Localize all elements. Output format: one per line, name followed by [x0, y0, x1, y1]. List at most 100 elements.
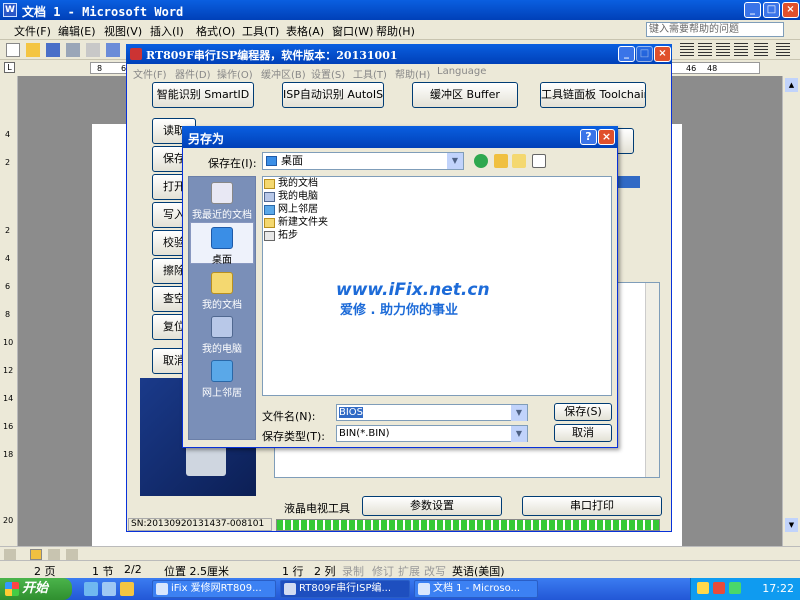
scroll-down-icon[interactable]: ▼ — [785, 518, 798, 532]
isp-menu-tools[interactable]: 工具(T) — [353, 66, 387, 81]
buffer-button[interactable]: 缓冲区 Buffer — [412, 82, 518, 108]
quicklaunch-media-icon[interactable] — [120, 582, 134, 596]
dialog-title-bar: 另存为 ? × — [182, 126, 618, 148]
menu-format[interactable]: 格式(O) — [196, 23, 235, 39]
place-recent[interactable]: 我最近的文档 — [190, 182, 254, 221]
menu-insert[interactable]: 插入(I) — [150, 23, 184, 39]
menu-window[interactable]: 窗口(W) — [332, 23, 373, 39]
filename-input[interactable]: BIOS ▼ — [336, 404, 528, 421]
start-label: 开始 — [22, 581, 49, 596]
place-my-computer[interactable]: 我的电脑 — [190, 316, 254, 355]
my-documents-icon — [211, 272, 233, 294]
menu-view[interactable]: 视图(V) — [104, 23, 142, 39]
status-rec[interactable]: 录制 — [342, 563, 364, 579]
tab-selector-icon[interactable]: L — [4, 62, 15, 73]
save-in-combo[interactable]: 桌面 ▼ — [262, 152, 464, 170]
line-spacing-icon[interactable] — [754, 43, 768, 57]
numbering-icon[interactable] — [776, 43, 790, 57]
justify-icon[interactable] — [734, 43, 748, 57]
tray-icon[interactable] — [697, 582, 709, 594]
isp-app-icon[interactable] — [130, 48, 142, 60]
align-right-icon[interactable] — [716, 43, 730, 57]
permission-icon[interactable] — [66, 43, 80, 57]
align-left-icon[interactable] — [680, 43, 694, 57]
file-item[interactable]: 网上邻居 — [264, 204, 318, 216]
taskbar-item[interactable]: 文档 1 - Microso... — [414, 580, 538, 598]
help-icon[interactable]: ? — [580, 129, 597, 145]
print-icon[interactable] — [86, 43, 100, 57]
place-network[interactable]: 网上邻居 — [190, 360, 254, 399]
taskbar-item[interactable]: RT809F串行ISP编... — [280, 580, 410, 598]
start-button[interactable]: 开始 — [0, 578, 72, 600]
menu-help[interactable]: 帮助(H) — [376, 23, 415, 39]
dialog-title: 另存为 — [188, 132, 225, 146]
chevron-down-icon[interactable]: ▼ — [511, 405, 527, 421]
dialog-cancel-button[interactable]: 取消 — [554, 424, 612, 442]
scroll-up-icon[interactable]: ▲ — [785, 78, 798, 92]
isp-menu-buffer[interactable]: 缓冲区(B) — [261, 66, 306, 81]
status-ext[interactable]: 扩展 — [398, 563, 420, 579]
menu-tools[interactable]: 工具(T) — [242, 23, 279, 39]
dialog-close-icon[interactable]: × — [598, 129, 615, 145]
menu-table[interactable]: 表格(A) — [286, 23, 324, 39]
up-folder-icon[interactable] — [494, 154, 508, 168]
isp-close-icon[interactable]: × — [654, 46, 671, 62]
file-item[interactable]: 我的电脑 — [264, 191, 318, 203]
help-search-input[interactable]: 键入需要帮助的问题 — [646, 22, 784, 37]
file-item-label: 我的电脑 — [278, 191, 318, 202]
clock[interactable]: 17:22 — [762, 582, 794, 595]
status-language: 英语(美国) — [452, 565, 505, 578]
desktop-icon — [266, 156, 277, 166]
taskbar-item[interactable]: iFix 爱修网RT809... — [152, 580, 276, 598]
filetype-combo[interactable]: BIN(*.BIN) ▼ — [336, 425, 528, 442]
new-doc-icon[interactable] — [6, 43, 20, 57]
log-scrollbar[interactable] — [645, 283, 659, 477]
place-my-documents[interactable]: 我的文档 — [190, 272, 254, 311]
isp-menu-language[interactable]: Language — [437, 66, 486, 77]
vertical-scrollbar[interactable]: ▲ ▼ — [782, 76, 800, 546]
minimize-icon[interactable]: _ — [744, 2, 761, 18]
word-title-bar: W 文档 1 - Microsoft Word _ □ × — [0, 0, 800, 20]
place-desktop[interactable]: 桌面 — [190, 222, 254, 266]
isp-menu-operate[interactable]: 操作(O) — [217, 66, 253, 81]
isp-menu-device[interactable]: 器件(D) — [175, 66, 211, 81]
dialog-save-button[interactable]: 保存(S) — [554, 403, 612, 421]
menu-edit[interactable]: 编辑(E) — [58, 23, 96, 39]
maximize-icon[interactable]: □ — [763, 2, 780, 18]
close-icon[interactable]: × — [782, 2, 799, 18]
menu-file[interactable]: 文件(F) — [14, 23, 51, 39]
quicklaunch-ie-icon[interactable] — [84, 582, 98, 596]
quicklaunch-desktop-icon[interactable] — [102, 582, 116, 596]
normal-view-icon[interactable] — [4, 549, 16, 560]
file-item[interactable]: 我的文档 — [264, 178, 318, 190]
status-ovr[interactable]: 改写 — [424, 563, 446, 579]
toolchain-button[interactable]: 工具链面板 Toolchain — [540, 82, 646, 108]
new-folder-icon[interactable] — [512, 154, 526, 168]
tray-icon[interactable] — [713, 582, 725, 594]
isp-menu-help[interactable]: 帮助(H) — [395, 66, 430, 81]
reading-view-icon[interactable] — [48, 549, 60, 560]
outline-view-icon[interactable] — [66, 549, 78, 560]
status-trk[interactable]: 修订 — [372, 563, 394, 579]
network-places-icon — [211, 360, 233, 382]
word-app-icon[interactable]: W — [3, 3, 17, 17]
align-center-icon[interactable] — [698, 43, 712, 57]
save-disk-icon[interactable] — [46, 43, 60, 57]
open-folder-icon[interactable] — [26, 43, 40, 57]
file-item[interactable]: 新建文件夹 — [264, 217, 328, 229]
isp-menu-settings[interactable]: 设置(S) — [311, 66, 345, 81]
isp-menu-file[interactable]: 文件(F) — [133, 66, 167, 81]
smartid-button[interactable]: 智能识别 SmartID — [152, 82, 254, 108]
print-layout-view-icon[interactable] — [30, 549, 42, 560]
tray-icon[interactable] — [729, 582, 741, 594]
chevron-down-icon[interactable]: ▼ — [447, 153, 463, 169]
isp-minimize-icon[interactable]: _ — [618, 46, 635, 62]
print-preview-icon[interactable] — [106, 43, 120, 57]
autoisp-button[interactable]: ISP自动识别 AutoISP — [282, 82, 384, 108]
view-menu-icon[interactable] — [532, 154, 546, 168]
file-item[interactable]: 拓步 — [264, 230, 298, 242]
chevron-down-icon[interactable]: ▼ — [511, 426, 527, 442]
back-icon[interactable] — [474, 154, 488, 168]
params-button[interactable]: 参数设置 — [362, 496, 502, 516]
serial-print-button[interactable]: 串口打印 — [522, 496, 662, 516]
